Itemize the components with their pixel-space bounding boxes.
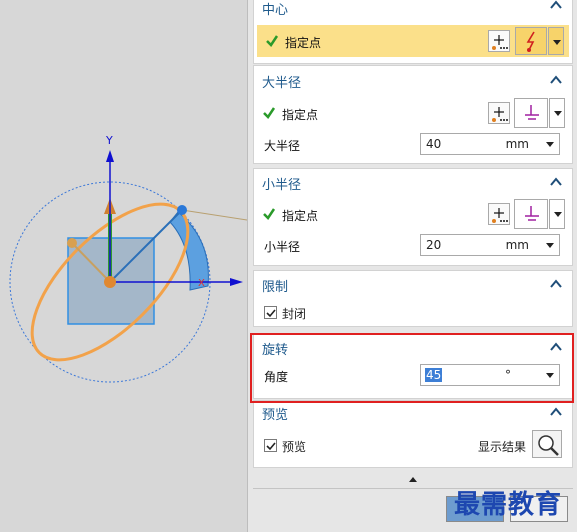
point-constructor-icon xyxy=(492,35,508,50)
major-radius-section-header[interactable]: 大半径 xyxy=(254,66,572,91)
y-axis-label: Y xyxy=(105,134,113,147)
major-radius-unit: mm xyxy=(505,137,529,151)
major-radius-specify-point-row[interactable]: 指定点 xyxy=(254,98,572,128)
limit-section-title: 限制 xyxy=(262,280,289,295)
check-icon xyxy=(263,208,276,220)
minor-radius-unit: mm xyxy=(505,238,529,252)
preview-label: 预览 xyxy=(282,440,307,454)
collapse-icon[interactable] xyxy=(548,276,564,292)
preview-row: 预览 显示结果 xyxy=(254,430,572,461)
preview-section: 预览 预览 显示结果 xyxy=(253,400,573,468)
chevron-down-icon[interactable] xyxy=(546,243,554,248)
check-icon xyxy=(263,107,276,119)
minor-radius-specify-point-label: 指定点 xyxy=(282,209,319,223)
collapse-icon[interactable] xyxy=(548,72,564,88)
graphics-viewport[interactable]: Y X xyxy=(0,0,247,532)
preview-section-title: 预览 xyxy=(262,408,289,423)
major-radius-value-row: 大半径 40 mm xyxy=(254,132,572,162)
center-specify-point-label: 指定点 xyxy=(285,36,322,50)
major-radius-specify-point-label: 指定点 xyxy=(282,108,319,122)
collapse-icon[interactable] xyxy=(548,404,564,420)
show-result-label: 显示结果 xyxy=(478,440,527,454)
rotation-highlight-frame xyxy=(250,333,574,403)
closed-checkbox[interactable] xyxy=(264,306,277,319)
closed-label: 封闭 xyxy=(282,307,307,321)
minor-radius-section-title: 小半径 xyxy=(262,178,302,193)
collapse-icon[interactable] xyxy=(548,174,564,190)
minor-radius-section-header[interactable]: 小半径 xyxy=(254,169,572,193)
inferred-point-icon xyxy=(526,31,535,52)
major-radius-input[interactable]: 40 mm xyxy=(420,133,560,155)
chevron-down-icon xyxy=(554,212,562,217)
closed-row[interactable]: 封闭 xyxy=(254,298,572,328)
center-section: 中心 指定点 xyxy=(253,0,573,64)
point-type-dropdown[interactable] xyxy=(549,98,565,128)
checkmark-icon xyxy=(266,309,276,318)
minor-radius-label: 小半径 xyxy=(264,240,301,254)
end-point-icon xyxy=(525,105,539,120)
major-radius-section: 大半径 指定点 大半径 40 mm xyxy=(253,65,573,164)
point-constructor-icon xyxy=(492,107,508,122)
checkmark-icon xyxy=(266,442,276,451)
minor-radius-value[interactable]: 20 xyxy=(426,238,441,252)
ellipse-dialog-panel: 中心 指定点 大半径 指定点 大半径 40 mm 小半径 指定点 小半径 20 … xyxy=(247,0,577,532)
center-specify-point-row[interactable]: 指定点 xyxy=(257,25,569,57)
minor-radius-specify-point-row[interactable]: 指定点 xyxy=(254,199,572,229)
point-type-dropdown[interactable] xyxy=(548,27,564,55)
point-type-dropdown[interactable] xyxy=(549,199,565,229)
chevron-down-icon xyxy=(553,40,561,45)
minor-radius-section: 小半径 指定点 小半径 20 mm xyxy=(253,168,573,266)
major-radius-section-title: 大半径 xyxy=(262,76,302,91)
inferred-point-button[interactable] xyxy=(515,27,547,55)
limit-section: 限制 封闭 xyxy=(253,270,573,327)
x-axis-label: X xyxy=(198,278,205,289)
point-constructor-icon xyxy=(492,208,508,223)
preview-section-header[interactable]: 预览 xyxy=(254,401,572,425)
limit-section-header[interactable]: 限制 xyxy=(254,271,572,295)
watermark: 最需教育 xyxy=(454,490,563,520)
point-dialog-button[interactable] xyxy=(488,30,510,52)
minor-radius-value-row: 小半径 20 mm xyxy=(254,233,572,263)
check-icon xyxy=(266,35,279,47)
point-dialog-button[interactable] xyxy=(488,203,510,225)
magnifier-icon xyxy=(538,435,559,456)
ellipse-preview-graphic: Y X xyxy=(9,134,247,383)
chevron-down-icon xyxy=(554,111,562,116)
point-dialog-button[interactable] xyxy=(488,102,510,124)
end-point-icon xyxy=(525,206,539,221)
major-radius-value[interactable]: 40 xyxy=(426,137,441,151)
show-result-button[interactable] xyxy=(532,430,562,458)
major-radius-label: 大半径 xyxy=(264,139,301,153)
minor-radius-input[interactable]: 20 mm xyxy=(420,234,560,256)
inferred-point-button[interactable] xyxy=(514,98,548,128)
preview-checkbox[interactable] xyxy=(264,439,277,452)
center-section-title: 中心 xyxy=(262,3,289,18)
inferred-point-button[interactable] xyxy=(514,199,548,229)
chevron-down-icon[interactable] xyxy=(546,142,554,147)
collapse-icon[interactable] xyxy=(548,0,564,13)
center-section-header[interactable]: 中心 xyxy=(254,0,572,19)
